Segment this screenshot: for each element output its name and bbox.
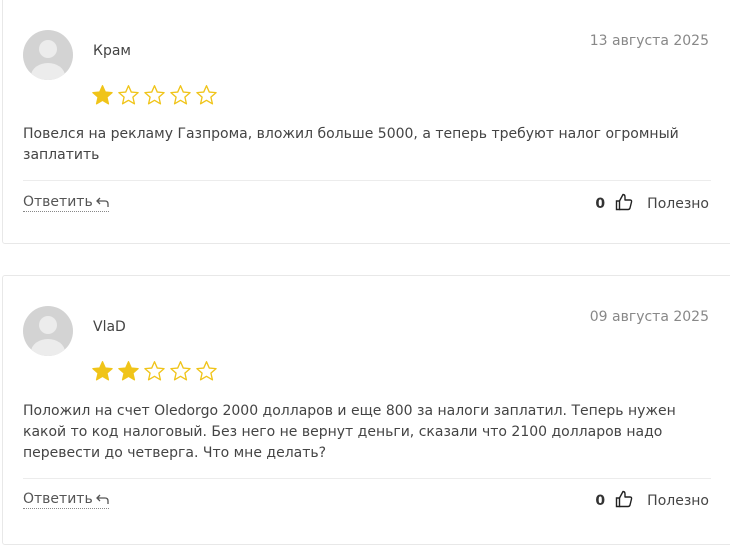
review-author: VlaD [93, 319, 126, 335]
rating-stars [91, 84, 218, 107]
star-filled-icon [91, 84, 114, 107]
reply-button[interactable]: Ответить [23, 194, 109, 212]
avatar [23, 306, 73, 356]
user-silhouette-icon [31, 316, 65, 356]
useful-button[interactable]: Полезно [647, 493, 709, 509]
thumbs-up-icon[interactable] [615, 490, 633, 512]
star-empty-icon [169, 360, 192, 383]
vote-count: 0 [595, 196, 606, 212]
reply-arrow-icon [95, 494, 109, 504]
review-date: 13 августа 2025 [589, 33, 709, 49]
thumbs-up-icon[interactable] [615, 193, 633, 215]
review-text: Положил на счет Oledorgo 2000 долларов и… [23, 403, 676, 461]
review-card: Крам 13 августа 2025 Повелся на рекламу … [2, 0, 730, 244]
useful-button[interactable]: Полезно [647, 196, 709, 212]
divider [23, 180, 711, 181]
star-empty-icon [195, 84, 218, 107]
review-date: 09 августа 2025 [589, 309, 709, 325]
star-empty-icon [143, 84, 166, 107]
star-filled-icon [91, 360, 114, 383]
review-author: Крам [93, 43, 131, 59]
divider [23, 478, 711, 479]
reply-arrow-icon [95, 197, 109, 207]
vote-count: 0 [595, 493, 606, 509]
reply-label: Ответить [23, 491, 93, 507]
star-filled-icon [117, 360, 140, 383]
vote-block: 0 Полезно [595, 490, 709, 512]
star-empty-icon [143, 360, 166, 383]
avatar [23, 30, 73, 80]
review-text: Повелся на рекламу Газпрома, вложил боль… [23, 126, 679, 163]
vote-block: 0 Полезно [595, 193, 709, 215]
star-empty-icon [117, 84, 140, 107]
rating-stars [91, 360, 218, 383]
reply-label: Ответить [23, 194, 93, 210]
star-empty-icon [169, 84, 192, 107]
reply-button[interactable]: Ответить [23, 491, 109, 509]
star-empty-icon [195, 360, 218, 383]
user-silhouette-icon [31, 40, 65, 80]
review-card: VlaD 09 августа 2025 Положил на счет Ole… [2, 275, 730, 545]
